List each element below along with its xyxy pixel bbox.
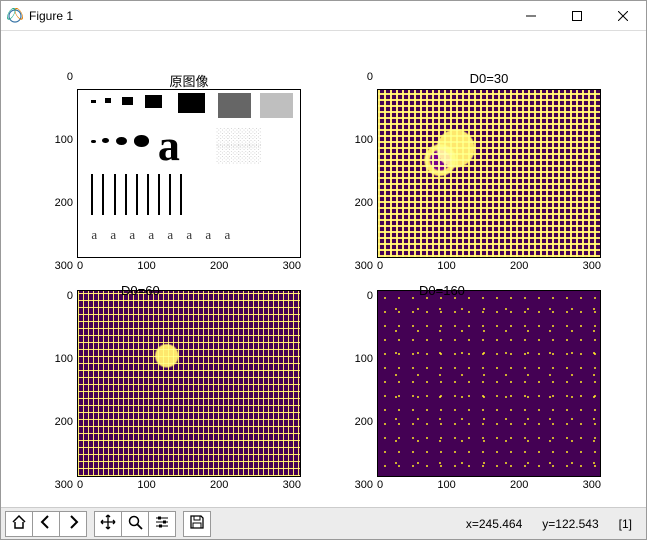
xtick-label: 200 — [210, 479, 228, 491]
arrow-left-icon — [38, 514, 54, 533]
xtick-label: 300 — [283, 260, 301, 272]
ytick-label: 300 — [55, 260, 73, 272]
xtick-label: 200 — [510, 479, 528, 491]
subplot-d0-160: 0 100 200 300 0 100 200 300 — [341, 290, 601, 491]
status-bar: x=245.464 y=122.543 [1] — [466, 517, 642, 531]
zoom-button[interactable] — [121, 511, 149, 537]
save-button[interactable] — [183, 511, 211, 537]
xtick-label: 0 — [377, 260, 383, 272]
subplot-d0-60: 0 100 200 300 0 100 200 300 — [41, 290, 301, 491]
ytick-label: 200 — [55, 197, 73, 209]
ytick-label: 100 — [355, 134, 373, 146]
ytick-label: 0 — [367, 71, 373, 83]
window-titlebar: Figure 1 — [1, 1, 646, 31]
status-y: y=122.543 — [542, 517, 598, 531]
xtick-label: 300 — [283, 479, 301, 491]
xtick-label: 300 — [583, 479, 601, 491]
window-title: Figure 1 — [29, 9, 508, 23]
xtick-label: 300 — [583, 260, 601, 272]
ytick-label: 200 — [55, 416, 73, 428]
ytick-label: 300 — [355, 260, 373, 272]
ytick-label: 0 — [67, 290, 73, 302]
configure-button[interactable] — [148, 511, 176, 537]
subplot-title: D0=30 — [377, 71, 601, 87]
ytick-label: 200 — [355, 197, 373, 209]
back-button[interactable] — [32, 511, 60, 537]
window-controls — [508, 1, 646, 30]
figure-canvas[interactable]: 0 100 200 300 原图像 — [1, 31, 646, 507]
pan-button[interactable] — [94, 511, 122, 537]
status-x: x=245.464 — [466, 517, 522, 531]
arrow-right-icon — [65, 514, 81, 533]
plot-image — [377, 290, 601, 477]
xtick-label: 0 — [377, 479, 383, 491]
maximize-button[interactable] — [554, 1, 600, 30]
close-button[interactable] — [600, 1, 646, 30]
home-icon — [11, 514, 27, 533]
xtick-label: 0 — [77, 479, 83, 491]
navigation-toolbar: x=245.464 y=122.543 [1] — [1, 507, 646, 539]
subplot-title: 原图像 — [77, 71, 301, 87]
ytick-label: 300 — [355, 479, 373, 491]
home-button[interactable] — [5, 511, 33, 537]
xtick-label: 200 — [510, 260, 528, 272]
app-icon — [7, 8, 23, 24]
y-axis-labels: 0 100 200 300 — [41, 290, 77, 491]
plot-image — [77, 290, 301, 477]
subplot-title-d0-160: D0=160 — [419, 283, 465, 298]
sliders-icon — [154, 514, 170, 533]
subplot-title-d0-60: D0=60 — [121, 283, 160, 298]
xtick-label: 0 — [77, 260, 83, 272]
y-axis-labels: 0 100 200 300 — [41, 71, 77, 272]
ytick-label: 100 — [55, 353, 73, 365]
status-extra: [1] — [619, 517, 632, 531]
y-axis-labels: 0 100 200 300 — [341, 71, 377, 272]
ytick-label: 200 — [355, 416, 373, 428]
ytick-label: 0 — [367, 290, 373, 302]
plot-image: a ░░░░ ░░░░ a a a a a a a a — [77, 89, 301, 258]
x-axis-labels: 0 100 200 300 — [77, 258, 301, 272]
subplot-original: 0 100 200 300 原图像 — [41, 71, 301, 272]
plot-image — [377, 89, 601, 258]
save-icon — [189, 514, 205, 533]
move-icon — [100, 514, 116, 533]
xtick-label: 200 — [210, 260, 228, 272]
ytick-label: 100 — [355, 353, 373, 365]
xtick-label: 100 — [437, 260, 455, 272]
magnifier-icon — [127, 514, 143, 533]
ytick-label: 300 — [55, 479, 73, 491]
minimize-button[interactable] — [508, 1, 554, 30]
y-axis-labels: 0 100 200 300 — [341, 290, 377, 491]
xtick-label: 100 — [137, 479, 155, 491]
x-axis-labels: 0 100 200 300 — [77, 477, 301, 491]
ytick-label: 0 — [67, 71, 73, 83]
xtick-label: 100 — [437, 479, 455, 491]
subplot-d0-30: 0 100 200 300 D0=30 0 100 200 300 — [341, 71, 601, 272]
x-axis-labels: 0 100 200 300 — [377, 258, 601, 272]
xtick-label: 100 — [137, 260, 155, 272]
x-axis-labels: 0 100 200 300 — [377, 477, 601, 491]
forward-button[interactable] — [59, 511, 87, 537]
ytick-label: 100 — [55, 134, 73, 146]
